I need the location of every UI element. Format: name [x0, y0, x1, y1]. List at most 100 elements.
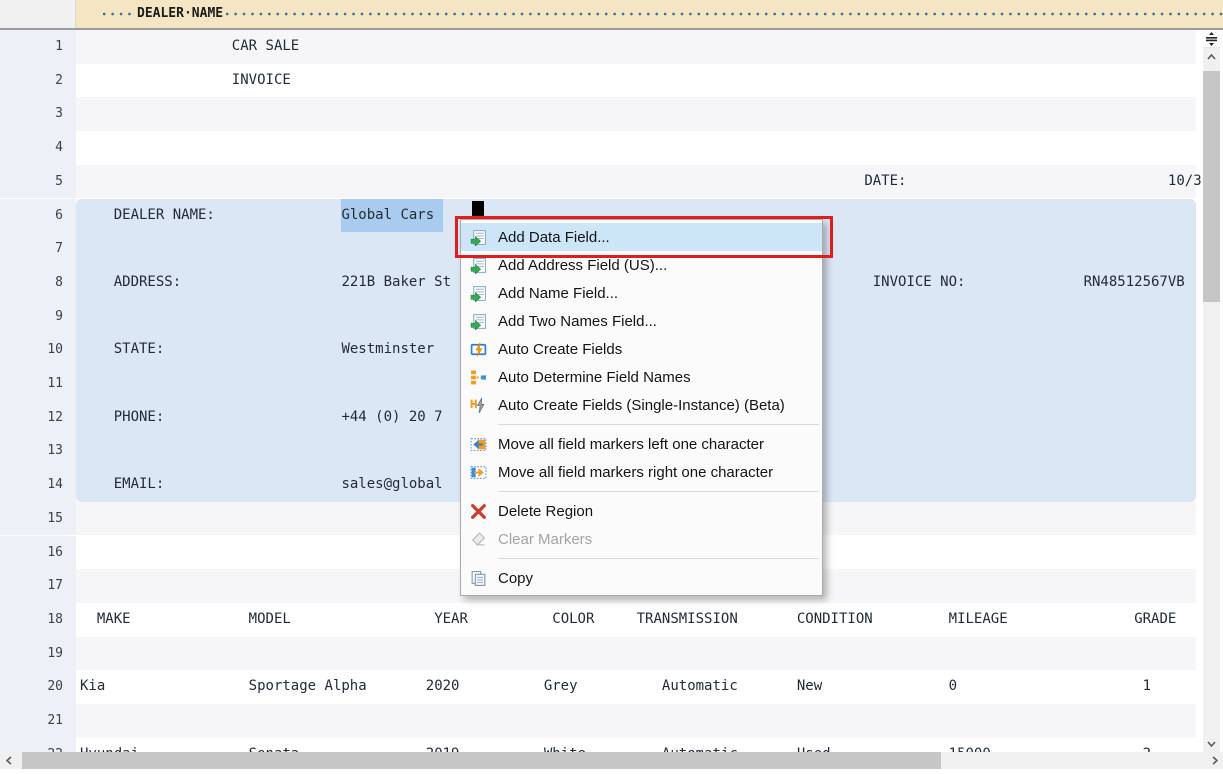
text-segment: PHONE:	[114, 401, 165, 435]
text-segment: +44 (0) 20 7	[341, 401, 442, 435]
menu-item-label: Move all field markers left one characte…	[498, 436, 764, 453]
add-data-field-icon	[469, 228, 487, 246]
chevron-right-icon	[1212, 756, 1218, 765]
auto-create-fields-icon	[469, 340, 487, 358]
text-segment: Kia	[80, 670, 105, 704]
menu-item-move-all-field-markers-left-one-character[interactable]: Move all field markers left one characte…	[461, 430, 822, 458]
menu-item-auto-create-fields[interactable]: Auto Create Fields	[461, 335, 822, 363]
line-number: 14	[0, 468, 76, 502]
menu-item-label: Auto Determine Field Names	[498, 369, 691, 386]
doc-line[interactable]: 2INVOICE	[0, 64, 1203, 98]
line-number: 7	[0, 232, 76, 266]
text-segment: 2019	[426, 738, 460, 752]
vertical-scrollbar-thumb[interactable]	[1203, 71, 1220, 302]
menu-item-auto-determine-field-names[interactable]: Auto Determine Field Names	[461, 363, 822, 391]
menu-item-move-all-field-markers-right-one-character[interactable]: Move all field markers right one charact…	[461, 458, 822, 486]
menu-item-add-name-field[interactable]: Add Name Field...	[461, 279, 822, 307]
menu-item-label: Move all field markers right one charact…	[498, 464, 773, 481]
menu-item-add-data-field[interactable]: Add Data Field...	[461, 223, 822, 251]
text-segment: New	[797, 670, 822, 704]
line-number: 9	[0, 300, 76, 334]
text-segment: MAKE	[97, 603, 131, 637]
text-segment: EMAIL:	[114, 468, 165, 502]
horizontal-scrollbar[interactable]	[0, 752, 1223, 769]
line-band	[76, 704, 1196, 738]
text-segment: DEALER NAME:	[114, 199, 215, 233]
line-band	[76, 738, 1196, 752]
line-number: 6	[0, 199, 76, 233]
doc-line[interactable]: 18MAKEMODELYEARCOLORTRANSMISSIONCONDITIO…	[0, 603, 1203, 637]
text-segment: RN48512567VB	[1084, 266, 1185, 300]
doc-line[interactable]: 21	[0, 704, 1203, 738]
text-segment: CAR SALE	[232, 30, 299, 64]
text-segment: ADDRESS:	[114, 266, 181, 300]
text-segment: 2	[1143, 738, 1151, 752]
menu-item-add-address-field-us[interactable]: Add Address Field (US)...	[461, 251, 822, 279]
horizontal-scrollbar-thumb[interactable]	[22, 752, 941, 769]
text-cursor	[472, 201, 484, 218]
menu-item-label: Clear Markers	[498, 531, 592, 548]
menu-item-label: Add Two Names Field...	[498, 313, 657, 330]
text-segment: 10/3	[1168, 165, 1202, 199]
doc-line[interactable]: 22HyundaiSonata2019WhiteAutomaticUsed150…	[0, 738, 1203, 752]
line-number: 13	[0, 434, 76, 468]
text-segment: TRANSMISSION	[637, 603, 738, 637]
doc-line[interactable]: 3	[0, 97, 1203, 131]
menu-item-auto-create-fields-single-instance-beta[interactable]: Auto Create Fields (Single-Instance) (Be…	[461, 391, 822, 419]
menu-item-label: Auto Create Fields	[498, 341, 622, 358]
text-segment: INVOICE NO:	[873, 266, 966, 300]
doc-line[interactable]: 5DATE:10/3	[0, 165, 1203, 199]
menu-item-copy[interactable]: Copy	[461, 564, 822, 592]
vertical-scrollbar[interactable]	[1203, 30, 1220, 752]
copy-icon	[469, 569, 487, 587]
text-segment: GRADE	[1134, 603, 1176, 637]
split-view-handle[interactable]	[1203, 30, 1220, 48]
selected-text: Global Cars	[341, 199, 442, 233]
line-number: 19	[0, 637, 76, 671]
menu-separator	[498, 424, 819, 425]
clear-markers-icon	[469, 530, 487, 548]
splitter-icon	[1206, 32, 1217, 46]
line-band	[76, 97, 1196, 131]
text-segment: YEAR	[434, 603, 468, 637]
menu-item-delete-region[interactable]: Delete Region	[461, 497, 822, 525]
menu-separator	[498, 491, 819, 492]
text-segment: 0	[949, 670, 957, 704]
doc-line[interactable]: 19	[0, 637, 1203, 671]
menu-item-label: Add Address Field (US)...	[498, 257, 667, 274]
doc-line[interactable]: 20KiaSportage Alpha2020GreyAutomaticNew0…	[0, 670, 1203, 704]
text-segment: Sportage Alpha	[249, 670, 367, 704]
line-number: 1	[0, 30, 76, 64]
add-two-names-field-icon	[469, 312, 487, 330]
text-segment: 15000	[949, 738, 991, 752]
ruler-dots-icon	[223, 0, 1223, 28]
doc-line[interactable]: 4	[0, 131, 1203, 165]
text-segment: MODEL	[249, 603, 291, 637]
doc-line[interactable]: 1 CAR SALE	[0, 30, 1203, 64]
scroll-left-button[interactable]	[0, 752, 17, 769]
text-segment: CONDITION	[797, 603, 873, 637]
text-segment: Automatic	[662, 670, 738, 704]
menu-item-add-two-names-field[interactable]: Add Two Names Field...	[461, 307, 822, 335]
chevron-up-icon	[1207, 54, 1216, 60]
move-markers-left-icon	[469, 435, 487, 453]
ruler-dots-icon	[100, 0, 136, 28]
chevron-left-icon	[6, 756, 12, 765]
line-band	[76, 165, 1196, 199]
menu-item-label: Copy	[498, 570, 533, 587]
add-address-field-icon	[469, 256, 487, 274]
ruler-band: DEALER·NAME	[76, 0, 1223, 28]
scroll-right-button[interactable]	[1206, 752, 1223, 769]
field-ruler: DEALER·NAME	[0, 0, 1223, 30]
text-segment: 1	[1143, 670, 1151, 704]
ruler-field-label[interactable]: DEALER·NAME	[137, 0, 223, 28]
scroll-up-button[interactable]	[1203, 48, 1220, 65]
line-band	[76, 670, 1196, 704]
text-segment: MILEAGE	[949, 603, 1008, 637]
line-number: 3	[0, 97, 76, 131]
text-segment: STATE:	[114, 333, 165, 367]
scroll-down-button[interactable]	[1203, 735, 1220, 752]
line-number: 17	[0, 569, 76, 603]
text-segment: 221B Baker St	[341, 266, 451, 300]
line-number: 2	[0, 64, 76, 98]
